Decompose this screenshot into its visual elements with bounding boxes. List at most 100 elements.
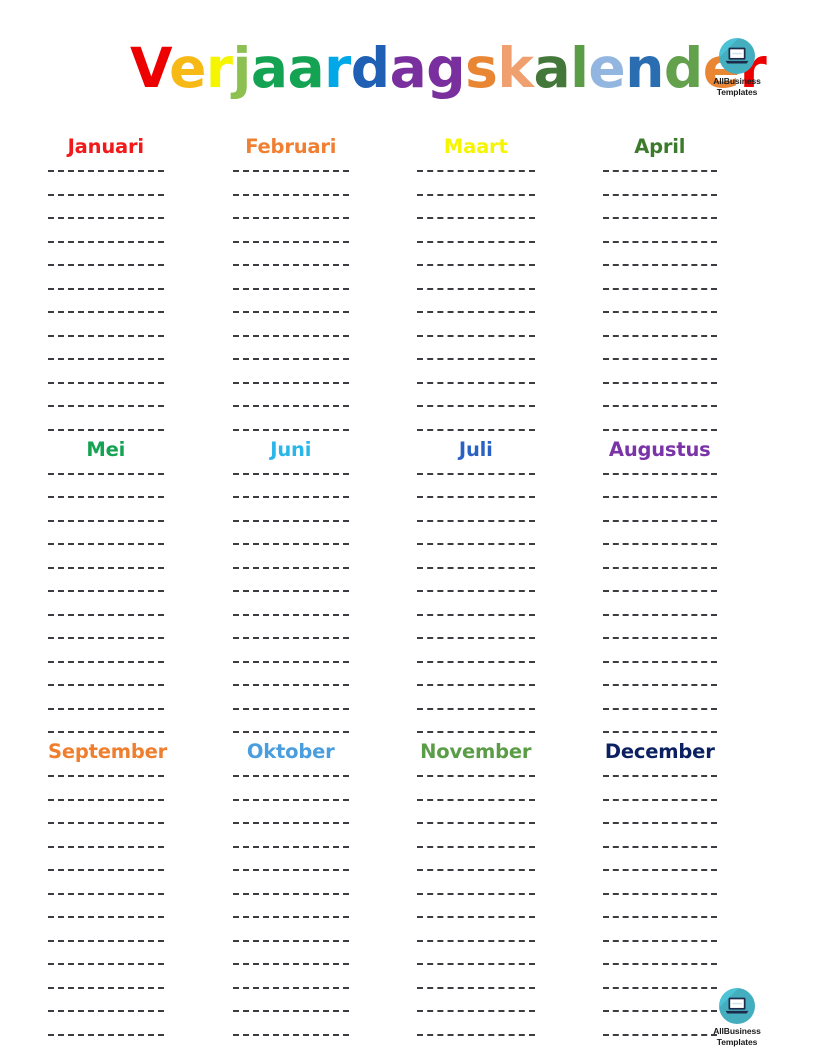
entry-line[interactable] bbox=[48, 472, 164, 475]
entry-line[interactable] bbox=[232, 822, 349, 824]
entry-line[interactable] bbox=[417, 845, 535, 848]
entry-line[interactable] bbox=[417, 775, 535, 777]
entry-line[interactable] bbox=[417, 217, 535, 219]
entry-line[interactable] bbox=[417, 798, 535, 801]
entry-line[interactable] bbox=[232, 334, 349, 337]
entry-line[interactable] bbox=[602, 916, 717, 918]
entry-line[interactable] bbox=[48, 845, 164, 848]
entry-line[interactable] bbox=[48, 963, 164, 965]
entry-line[interactable] bbox=[417, 869, 535, 871]
entry-line[interactable] bbox=[232, 660, 349, 663]
entry-line[interactable] bbox=[232, 963, 349, 965]
entry-line[interactable] bbox=[417, 916, 535, 918]
entry-line[interactable] bbox=[232, 684, 349, 686]
entry-line[interactable] bbox=[417, 707, 535, 710]
entry-line[interactable] bbox=[232, 381, 349, 384]
entry-line[interactable] bbox=[602, 358, 717, 360]
entry-line[interactable] bbox=[602, 405, 717, 407]
entry-line[interactable] bbox=[48, 405, 164, 407]
entry-line[interactable] bbox=[232, 566, 349, 569]
entry-line[interactable] bbox=[602, 869, 717, 871]
entry-line[interactable] bbox=[232, 358, 349, 360]
entry-line[interactable] bbox=[232, 217, 349, 219]
entry-line[interactable] bbox=[602, 1010, 717, 1012]
entry-line[interactable] bbox=[48, 1010, 164, 1012]
entry-line[interactable] bbox=[232, 264, 349, 266]
entry-line[interactable] bbox=[48, 381, 164, 384]
entry-line[interactable] bbox=[602, 311, 717, 313]
entry-line[interactable] bbox=[602, 845, 717, 848]
entry-line[interactable] bbox=[48, 869, 164, 871]
entry-line[interactable] bbox=[602, 496, 717, 498]
entry-line[interactable] bbox=[602, 381, 717, 384]
entry-line[interactable] bbox=[602, 590, 717, 592]
entry-line[interactable] bbox=[48, 916, 164, 918]
entry-line[interactable] bbox=[602, 660, 717, 663]
entry-line[interactable] bbox=[232, 986, 349, 989]
entry-line[interactable] bbox=[48, 822, 164, 824]
entry-line[interactable] bbox=[48, 264, 164, 266]
entry-line[interactable] bbox=[417, 963, 535, 965]
entry-line[interactable] bbox=[232, 472, 349, 475]
entry-line[interactable] bbox=[417, 543, 535, 545]
entry-line[interactable] bbox=[232, 798, 349, 801]
entry-line[interactable] bbox=[602, 240, 717, 243]
entry-line[interactable] bbox=[48, 287, 164, 290]
entry-line[interactable] bbox=[602, 170, 717, 172]
entry-line[interactable] bbox=[48, 496, 164, 498]
entry-line[interactable] bbox=[417, 496, 535, 498]
entry-line[interactable] bbox=[417, 381, 535, 384]
entry-line[interactable] bbox=[602, 519, 717, 522]
entry-line[interactable] bbox=[232, 1033, 349, 1036]
entry-line[interactable] bbox=[417, 986, 535, 989]
entry-line[interactable] bbox=[602, 707, 717, 710]
entry-line[interactable] bbox=[417, 1010, 535, 1012]
entry-line[interactable] bbox=[602, 1033, 717, 1036]
entry-line[interactable] bbox=[48, 519, 164, 522]
entry-line[interactable] bbox=[417, 170, 535, 172]
entry-line[interactable] bbox=[48, 798, 164, 801]
entry-line[interactable] bbox=[232, 543, 349, 545]
entry-line[interactable] bbox=[48, 334, 164, 337]
entry-line[interactable] bbox=[417, 240, 535, 243]
entry-line[interactable] bbox=[417, 405, 535, 407]
entry-line[interactable] bbox=[48, 613, 164, 616]
entry-line[interactable] bbox=[602, 613, 717, 616]
entry-line[interactable] bbox=[48, 986, 164, 989]
entry-line[interactable] bbox=[602, 193, 717, 196]
entry-line[interactable] bbox=[48, 637, 164, 639]
entry-line[interactable] bbox=[602, 798, 717, 801]
entry-line[interactable] bbox=[417, 590, 535, 592]
entry-line[interactable] bbox=[48, 660, 164, 663]
entry-line[interactable] bbox=[417, 311, 535, 313]
entry-line[interactable] bbox=[602, 892, 717, 895]
entry-line[interactable] bbox=[417, 519, 535, 522]
entry-line[interactable] bbox=[48, 240, 164, 243]
logo-top[interactable]: AllBusiness Templates bbox=[702, 38, 772, 97]
entry-line[interactable] bbox=[232, 405, 349, 407]
entry-line[interactable] bbox=[48, 684, 164, 686]
entry-line[interactable] bbox=[232, 287, 349, 290]
entry-line[interactable] bbox=[602, 566, 717, 569]
entry-line[interactable] bbox=[48, 590, 164, 592]
entry-line[interactable] bbox=[417, 472, 535, 475]
entry-line[interactable] bbox=[232, 869, 349, 871]
entry-line[interactable] bbox=[417, 358, 535, 360]
entry-line[interactable] bbox=[232, 170, 349, 172]
entry-line[interactable] bbox=[417, 1033, 535, 1036]
entry-line[interactable] bbox=[602, 217, 717, 219]
entry-line[interactable] bbox=[48, 543, 164, 545]
entry-line[interactable] bbox=[232, 707, 349, 710]
entry-line[interactable] bbox=[417, 637, 535, 639]
entry-line[interactable] bbox=[48, 193, 164, 196]
entry-line[interactable] bbox=[417, 613, 535, 616]
entry-line[interactable] bbox=[48, 311, 164, 313]
entry-line[interactable] bbox=[417, 939, 535, 942]
entry-line[interactable] bbox=[417, 193, 535, 196]
entry-line[interactable] bbox=[417, 892, 535, 895]
entry-line[interactable] bbox=[232, 845, 349, 848]
entry-line[interactable] bbox=[602, 287, 717, 290]
entry-line[interactable] bbox=[48, 1033, 164, 1036]
entry-line[interactable] bbox=[232, 240, 349, 243]
entry-line[interactable] bbox=[48, 217, 164, 219]
